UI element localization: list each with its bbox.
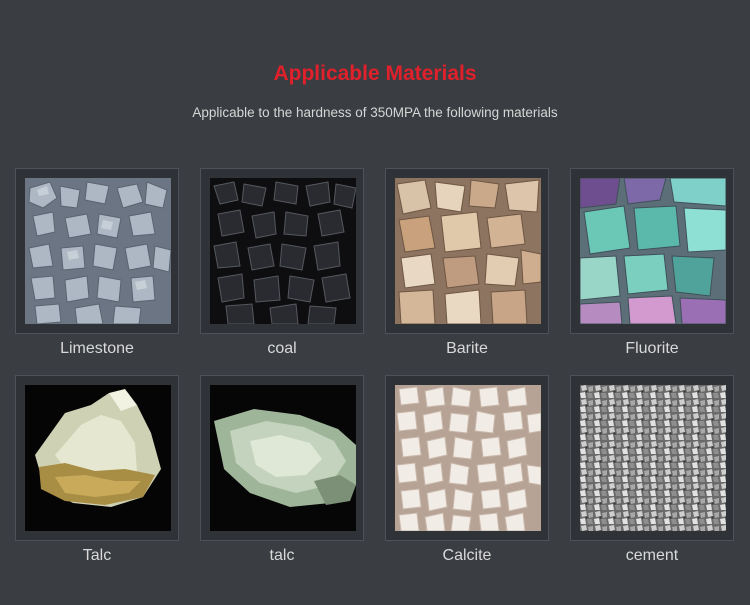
material-photo-frame bbox=[385, 375, 549, 541]
material-label: Fluorite bbox=[625, 340, 679, 357]
material-label: Talc bbox=[82, 547, 112, 564]
material-card-barite[interactable]: Barite bbox=[385, 168, 549, 358]
barite-photo bbox=[395, 178, 541, 324]
calcite-photo bbox=[395, 385, 541, 531]
material-label: Barite bbox=[446, 340, 488, 357]
material-card-coal[interactable]: coal bbox=[200, 168, 364, 358]
section-subtitle: Applicable to the hardness of 350MPA the… bbox=[192, 105, 558, 120]
talc-photo bbox=[210, 385, 356, 531]
material-label: coal bbox=[267, 340, 297, 357]
material-photo-frame bbox=[200, 375, 364, 541]
material-label: talc bbox=[269, 547, 295, 564]
material-card-calcite[interactable]: Calcite bbox=[385, 375, 549, 565]
material-label: Limestone bbox=[60, 340, 134, 357]
coal-photo bbox=[210, 178, 356, 324]
material-card-cement[interactable]: cement bbox=[570, 375, 734, 565]
talc-photo bbox=[25, 385, 171, 531]
material-photo-frame bbox=[15, 168, 179, 334]
material-photo-frame bbox=[15, 375, 179, 541]
section-title: Applicable Materials bbox=[273, 62, 477, 85]
cement-photo bbox=[580, 385, 726, 531]
fluorite-photo bbox=[580, 178, 726, 324]
material-card-fluorite[interactable]: Fluorite bbox=[570, 168, 734, 358]
material-label: cement bbox=[625, 547, 679, 564]
limestone-photo bbox=[25, 178, 171, 324]
material-photo-frame bbox=[385, 168, 549, 334]
material-photo-frame bbox=[570, 168, 734, 334]
material-card-talc-2[interactable]: talc bbox=[200, 375, 364, 565]
material-card-talc-1[interactable]: Talc bbox=[15, 375, 179, 565]
material-label: Calcite bbox=[442, 547, 492, 564]
material-photo-frame bbox=[570, 375, 734, 541]
material-photo-frame bbox=[200, 168, 364, 334]
material-card-limestone[interactable]: Limestone bbox=[15, 168, 179, 358]
